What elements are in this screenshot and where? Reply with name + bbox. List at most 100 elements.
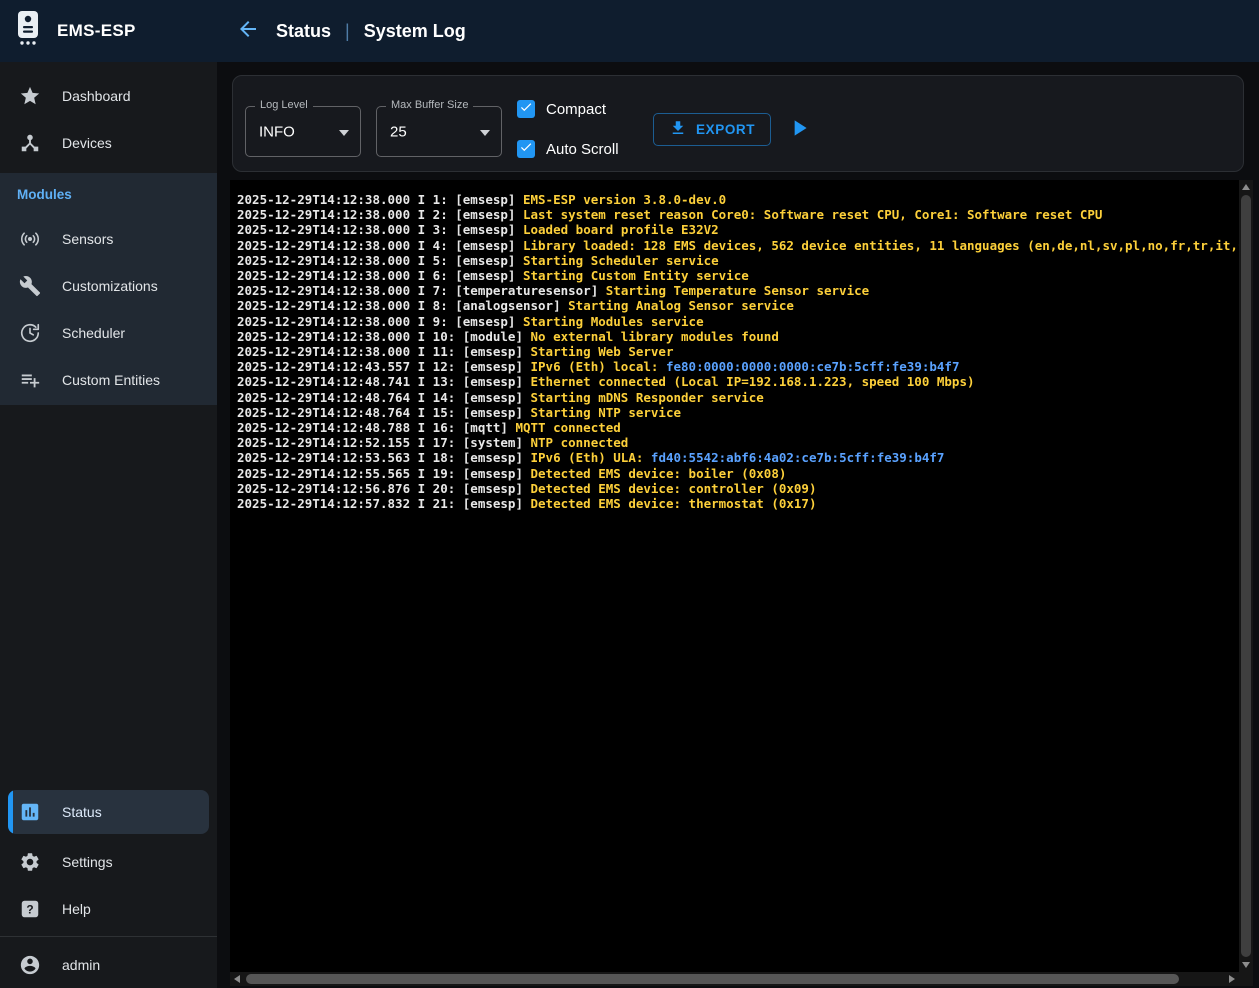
scroll-right-arrow[interactable] [1225,972,1239,986]
log-line: 2025-12-29T14:12:52.155 I 17: [system] N… [237,435,1239,450]
sensors-icon [19,228,41,250]
log-line: 2025-12-29T14:12:38.000 I 10: [module] N… [237,329,1239,344]
main-content: Log Level INFO Max Buffer Size 25 Compac… [217,62,1259,988]
scroll-left-arrow[interactable] [230,972,244,986]
ems-esp-logo [13,10,43,53]
log-line: 2025-12-29T14:12:48.741 I 13: [emsesp] E… [237,374,1239,389]
log-line: 2025-12-29T14:12:38.000 I 5: [emsesp] St… [237,253,1239,268]
sidebar-item-label: Sensors [62,231,113,247]
max-buffer-label: Max Buffer Size [386,99,473,111]
sidebar-item-label: Dashboard [62,88,131,104]
sidebar-item-scheduler[interactable]: Scheduler [0,309,217,356]
scrollbar-corner [1239,972,1253,986]
modules-section: Modules Sensors Customizations Scheduler… [0,173,217,405]
resume-log-button[interactable] [785,116,813,144]
sidebar-item-customizations[interactable]: Customizations [0,262,217,309]
sidebar-item-label: Settings [62,854,113,870]
chevron-down-icon [339,130,349,136]
playlist-add-icon [19,369,41,391]
help-icon: ? [19,898,41,920]
arrow-back-icon [236,17,260,46]
auto-scroll-option: Auto Scroll [517,140,619,158]
breadcrumb-separator: | [345,21,350,42]
star-icon [19,85,41,107]
play-icon [786,115,812,146]
log-line: 2025-12-29T14:12:48.764 I 14: [emsesp] S… [237,390,1239,405]
sidebar-item-label: Customizations [62,278,158,294]
log-lines: 2025-12-29T14:12:38.000 I 1: [emsesp] EM… [230,180,1239,972]
scroll-up-arrow[interactable] [1239,180,1253,194]
export-button-label: EXPORT [696,122,755,137]
sidebar-item-label: Status [62,804,102,820]
gear-icon [19,851,41,873]
account-circle-icon [19,954,41,976]
log-line: 2025-12-29T14:12:38.000 I 11: [emsesp] S… [237,344,1239,359]
sidebar-item-status[interactable]: Status [8,790,209,834]
log-line: 2025-12-29T14:12:48.788 I 16: [mqtt] MQT… [237,420,1239,435]
log-line: 2025-12-29T14:12:38.000 I 7: [temperatur… [237,283,1239,298]
page-title: System Log [364,21,466,42]
app-title: EMS-ESP [57,21,136,41]
log-line: 2025-12-29T14:12:56.876 I 20: [emsesp] D… [237,481,1239,496]
vertical-scrollbar-thumb[interactable] [1241,195,1251,957]
sidebar-item-devices[interactable]: Devices [0,119,217,166]
sidebar-item-settings[interactable]: Settings [0,838,217,885]
log-line: 2025-12-29T14:12:38.000 I 8: [analogsens… [237,298,1239,313]
check-icon [519,100,533,119]
log-level-value: INFO [259,123,295,140]
log-line: 2025-12-29T14:12:38.000 I 3: [emsesp] Lo… [237,222,1239,237]
sidebar-divider [0,936,217,937]
download-icon [669,119,687,140]
max-buffer-select[interactable]: Max Buffer Size 25 [376,106,502,157]
brand: EMS-ESP [0,0,217,62]
log-console: 2025-12-29T14:12:38.000 I 1: [emsesp] EM… [230,180,1253,986]
chevron-down-icon [480,130,490,136]
log-line: 2025-12-29T14:12:55.565 I 19: [emsesp] D… [237,466,1239,481]
check-icon [519,140,533,159]
breadcrumb-section: Status [276,21,331,42]
sidebar-item-help[interactable]: ? Help [0,885,217,932]
max-buffer-value: 25 [390,123,407,140]
wrench-icon [19,275,41,297]
auto-scroll-checkbox[interactable] [517,140,535,158]
sidebar-item-label: admin [62,957,100,973]
sidebar-item-label: Help [62,901,91,917]
log-line: 2025-12-29T14:12:38.000 I 2: [emsesp] La… [237,207,1239,222]
sidebar: Dashboard Devices Modules Sensors Custom… [0,62,217,988]
log-line: 2025-12-29T14:12:43.557 I 12: [emsesp] I… [237,359,1239,374]
log-level-select[interactable]: Log Level INFO [245,106,361,157]
horizontal-scrollbar[interactable] [230,972,1239,986]
log-line: 2025-12-29T14:12:38.000 I 4: [emsesp] Li… [237,238,1239,253]
svg-text:?: ? [26,902,33,916]
sidebar-item-custom-entities[interactable]: Custom Entities [0,356,217,403]
compact-option: Compact [517,100,606,118]
auto-scroll-checkbox-label[interactable]: Auto Scroll [546,141,619,158]
bar-chart-icon [19,801,41,823]
sidebar-item-label: Devices [62,135,112,151]
compact-checkbox-label[interactable]: Compact [546,101,606,118]
log-line: 2025-12-29T14:12:53.563 I 18: [emsesp] I… [237,450,1239,465]
export-button[interactable]: EXPORT [653,113,771,146]
clock-update-icon [19,322,41,344]
device-hub-icon [19,132,41,154]
sidebar-item-sensors[interactable]: Sensors [0,215,217,262]
log-line: 2025-12-29T14:12:38.000 I 1: [emsesp] EM… [237,192,1239,207]
log-toolbar-panel: Log Level INFO Max Buffer Size 25 Compac… [232,75,1244,172]
vertical-scrollbar[interactable] [1239,180,1253,972]
modules-section-header: Modules [0,173,217,215]
page-title-bar: Status | System Log [217,0,1259,62]
sidebar-spacer [0,405,217,790]
compact-checkbox[interactable] [517,100,535,118]
horizontal-scrollbar-thumb[interactable] [246,974,1179,984]
app-bar: EMS-ESP Status | System Log [0,0,1259,62]
log-line: 2025-12-29T14:12:38.000 I 6: [emsesp] St… [237,268,1239,283]
log-line: 2025-12-29T14:12:38.000 I 9: [emsesp] St… [237,314,1239,329]
scroll-down-arrow[interactable] [1239,958,1253,972]
log-line: 2025-12-29T14:12:57.832 I 21: [emsesp] D… [237,496,1239,511]
sidebar-item-label: Scheduler [62,325,125,341]
sidebar-item-dashboard[interactable]: Dashboard [0,72,217,119]
back-button[interactable] [234,17,262,45]
sidebar-item-admin[interactable]: admin [0,941,217,988]
sidebar-item-label: Custom Entities [62,372,160,388]
log-line: 2025-12-29T14:12:48.764 I 15: [emsesp] S… [237,405,1239,420]
